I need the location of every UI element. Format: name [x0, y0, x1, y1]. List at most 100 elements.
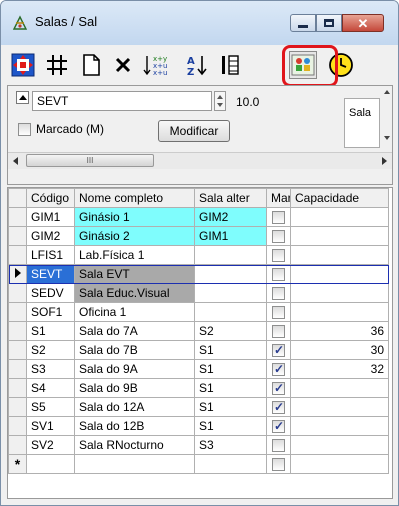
new-document-button[interactable]	[77, 51, 105, 79]
row-indicator[interactable]	[8, 397, 27, 417]
cell-code[interactable]: SEDV	[26, 283, 75, 303]
cell-capacity[interactable]	[290, 226, 389, 246]
cell-name[interactable]: Sala Educ.Visual	[74, 283, 195, 303]
cell-capacity[interactable]	[290, 302, 389, 322]
table-row[interactable]: GIM1 Ginásio 1 GIM2	[8, 207, 389, 227]
cell-alt-room[interactable]: S1	[194, 340, 267, 360]
row-indicator[interactable]	[8, 435, 27, 455]
sort-az-button[interactable]: A Z	[183, 51, 211, 79]
cell-marked[interactable]	[266, 435, 291, 455]
cell-code[interactable]: SEVT	[26, 264, 75, 284]
cell-code[interactable]	[26, 454, 75, 474]
marcado-checkbox-box[interactable]	[18, 122, 31, 136]
panel-vertical-scrollbar[interactable]	[382, 88, 392, 146]
cell-code[interactable]: GIM1	[26, 207, 75, 227]
cell-code[interactable]: S2	[26, 340, 75, 360]
table-row[interactable]: S1 Sala do 7A S2 36	[8, 321, 389, 341]
table-row[interactable]: S3Sala do 9AS1 32	[8, 359, 389, 379]
table-row[interactable]: S4 Sala do 9B S1	[8, 378, 389, 398]
table-row[interactable]: LFIS1 Lab.Física 1	[8, 245, 389, 265]
row-indicator[interactable]	[8, 226, 27, 246]
cell-name[interactable]: Sala RNocturno	[74, 435, 195, 455]
cell-marked[interactable]	[266, 359, 291, 379]
room-people-button[interactable]	[289, 51, 317, 79]
row-indicator[interactable]	[8, 359, 27, 379]
cell-alt-room[interactable]: GIM2	[194, 207, 267, 227]
cell-capacity[interactable]	[290, 397, 389, 417]
table-row[interactable]: SV2 Sala RNocturno S3	[8, 435, 389, 455]
cell-name[interactable]: Ginásio 2	[74, 226, 195, 246]
marked-checkbox[interactable]	[272, 419, 285, 434]
cell-code[interactable]: SV2	[26, 435, 75, 455]
row-indicator[interactable]	[8, 416, 27, 436]
scroll-left-icon[interactable]	[13, 157, 18, 165]
spin-up-icon[interactable]	[217, 95, 223, 99]
cell-marked[interactable]	[266, 245, 291, 265]
cell-code[interactable]: GIM2	[26, 226, 75, 246]
sort-xy-button[interactable]: x+y x+u x+u	[141, 51, 169, 79]
marked-checkbox[interactable]	[272, 381, 285, 396]
clock-button[interactable]	[327, 51, 355, 79]
minimize-button[interactable]	[290, 14, 316, 32]
marked-checkbox[interactable]	[272, 287, 285, 301]
cell-alt-room[interactable]	[194, 245, 267, 265]
column-header-alt-room[interactable]: Sala alter	[194, 188, 267, 208]
close-button[interactable]: ✕	[342, 14, 384, 32]
cell-name[interactable]: Sala do 7A	[74, 321, 195, 341]
cell-marked[interactable]	[266, 226, 291, 246]
marked-checkbox[interactable]	[272, 439, 285, 453]
column-header-name[interactable]: Nome completo	[74, 188, 195, 208]
cell-capacity[interactable]	[290, 245, 389, 265]
cell-capacity[interactable]: 36	[290, 321, 389, 341]
marked-checkbox[interactable]	[272, 343, 285, 358]
cell-alt-room[interactable]: S2	[194, 321, 267, 341]
cell-name[interactable]: Oficina 1	[74, 302, 195, 322]
marked-checkbox[interactable]	[272, 211, 285, 225]
cell-code[interactable]: SOF1	[26, 302, 75, 322]
cell-alt-room[interactable]	[194, 264, 267, 284]
cell-name[interactable]: Lab.Física 1	[74, 245, 195, 265]
row-indicator[interactable]	[8, 207, 27, 227]
cell-capacity[interactable]	[290, 454, 389, 474]
cell-capacity[interactable]	[290, 207, 389, 227]
cell-code[interactable]: S4	[26, 378, 75, 398]
cell-name[interactable]: Sala do 12A	[74, 397, 195, 417]
cell-marked[interactable]	[266, 283, 291, 303]
cell-code[interactable]: S1	[26, 321, 75, 341]
cell-alt-room[interactable]: GIM1	[194, 226, 267, 246]
row-indicator[interactable]	[8, 321, 27, 341]
marked-checkbox[interactable]	[272, 230, 285, 244]
cell-capacity[interactable]	[290, 283, 389, 303]
title-bar[interactable]: Salas / Sal ✕	[1, 1, 398, 45]
cell-name[interactable]: Sala do 7B	[74, 340, 195, 360]
cell-name[interactable]: Sala EVT	[74, 264, 195, 284]
row-indicator[interactable]	[8, 378, 27, 398]
cell-code[interactable]: S5	[26, 397, 75, 417]
cell-alt-room[interactable]	[194, 302, 267, 322]
columns-button[interactable]	[217, 51, 245, 79]
maximize-button[interactable]	[316, 14, 342, 32]
new-record-indicator[interactable]: *	[8, 454, 27, 474]
table-row[interactable]: SOF1 Oficina 1	[8, 302, 389, 322]
marked-checkbox[interactable]	[272, 400, 285, 415]
cell-capacity[interactable]: 32	[290, 359, 389, 379]
marked-checkbox[interactable]	[272, 362, 285, 377]
marked-checkbox[interactable]	[272, 306, 285, 320]
table-row[interactable]: GIM2 Ginásio 2 GIM1	[8, 226, 389, 246]
column-header-code[interactable]: Código	[26, 188, 75, 208]
row-indicator[interactable]	[8, 302, 27, 322]
cell-capacity[interactable]	[290, 416, 389, 436]
cell-marked[interactable]	[266, 264, 291, 284]
cell-marked[interactable]	[266, 397, 291, 417]
cell-marked[interactable]	[266, 340, 291, 360]
cell-name[interactable]: Sala do 9B	[74, 378, 195, 398]
cell-marked[interactable]	[266, 321, 291, 341]
cell-alt-room[interactable]	[194, 454, 267, 474]
marked-checkbox[interactable]	[272, 325, 285, 339]
modify-button[interactable]: Modificar	[158, 120, 230, 142]
new-record-row[interactable]: *	[8, 454, 389, 474]
cell-marked[interactable]	[266, 416, 291, 436]
cell-name[interactable]: Sala do 12B	[74, 416, 195, 436]
table-row[interactable]: S5 Sala do 12A S1	[8, 397, 389, 417]
table-row[interactable]: SV1 Sala do 12B S1	[8, 416, 389, 436]
